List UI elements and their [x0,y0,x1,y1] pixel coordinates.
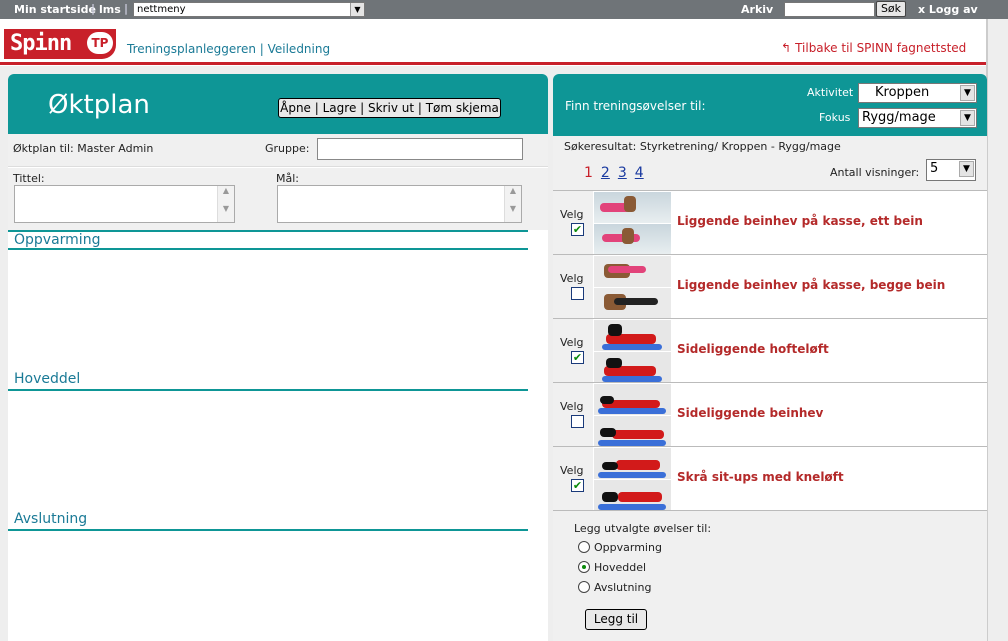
chevron-down-icon: ▼ [960,85,975,101]
group-input[interactable] [317,138,523,160]
logout-link[interactable]: x Logg av [918,3,978,16]
scrollbar[interactable] [986,19,1008,641]
exercise-image [594,256,671,318]
exercise-checkbox[interactable]: ✔ [571,351,584,364]
exercise-image [594,320,671,382]
chevron-down-icon: ▼ [959,161,974,177]
page-link[interactable]: 4 [635,165,644,181]
textarea-scrollbar[interactable]: ▲ ▼ [504,186,521,222]
radio-label: Oppvarming [594,541,662,554]
goal-textarea[interactable]: ▲ ▼ [277,185,522,223]
page-link[interactable]: 2 [601,165,610,181]
menu-select[interactable]: nettmeny ▼ [133,2,365,17]
home-link[interactable]: Min startside [14,3,96,16]
lms-link[interactable]: lms [99,3,121,16]
section-cooldown: Avslutning [8,511,528,531]
exercise-name-link[interactable]: Liggende beinhev på kasse, ett bein [677,214,923,228]
exercise-name-link[interactable]: Skrå sit-ups med kneløft [677,470,844,484]
search-input[interactable] [784,2,875,17]
back-link-label: Tilbake til SPINN fagnettsted [795,41,967,55]
select-label: Velg [560,464,584,477]
radio-cooldown[interactable] [578,581,590,593]
title-label: Tittel: [13,172,45,185]
header-divider [0,62,986,65]
select-label: Velg [560,272,584,285]
select-label: Velg [560,400,584,413]
menu-select-value: nettmeny [137,4,186,15]
chevron-down-icon: ▼ [960,110,975,126]
focus-select[interactable]: Rygg/mage ▼ [858,108,977,128]
section-main: Hoveddel [8,371,528,391]
goal-label: Mål: [276,172,299,185]
activity-select[interactable]: Kroppen ▼ [858,83,977,103]
nav-links[interactable]: Treningsplanleggeren | Veiledning [127,42,330,56]
pagination: 1234 [584,165,652,181]
exercise-row: Velg ✔ Liggende beinhev på kasse, ett be… [553,190,987,255]
exercise-image [594,384,671,446]
radio-warmup[interactable] [578,541,590,553]
plan-owner: Øktplan til: Master Admin [13,142,154,155]
radio-main[interactable] [578,561,590,573]
back-arrow-icon: ↰ [781,41,792,55]
radio-label: Avslutning [594,581,652,594]
focus-label: Fokus [819,111,851,124]
views-label: Antall visninger: [830,166,920,179]
exercise-image [594,192,671,254]
exercise-image [594,448,671,510]
archive-label: Arkiv [741,3,774,16]
exercise-name-link[interactable]: Sideliggende hofteløft [677,342,829,356]
exercise-checkbox[interactable] [571,287,584,300]
spinn-logo[interactable]: Spinn TP [4,29,116,59]
group-label: Gruppe: [265,142,310,155]
exercise-row: Velg Liggende beinhev på kasse, begge be… [553,254,987,319]
exercise-checkbox[interactable]: ✔ [571,479,584,492]
add-to-label: Legg utvalgte øvelser til: [574,522,712,535]
title-textarea[interactable]: ▲ ▼ [14,185,235,223]
exercise-finder-panel: Finn treningsøvelser til: Aktivitet Krop… [553,74,987,641]
activity-label: Aktivitet [807,86,854,99]
page-link[interactable]: 3 [618,165,627,181]
top-bar: Min startside | lms | nettmeny ▼ Arkiv S… [0,0,1008,19]
divider: | [91,2,96,15]
exercise-checkbox[interactable] [571,415,584,428]
exercise-row: Velg ✔ Skrå sit-ups med kneløft [553,446,987,511]
select-label: Velg [560,208,584,221]
exercise-checkbox[interactable]: ✔ [571,223,584,236]
plan-actions-button[interactable]: Åpne | Lagre | Skriv ut | Tøm skjema [278,98,501,118]
chevron-down-icon: ▼ [350,3,364,16]
page-link[interactable]: 1 [584,165,593,181]
exercise-row: Velg ✔ Sideliggende hofteløft [553,318,987,383]
radio-label: Hoveddel [594,561,647,574]
views-select[interactable]: 5 ▼ [926,159,976,181]
textarea-scrollbar[interactable]: ▲ ▼ [217,186,234,222]
exercise-row: Velg Sideliggende beinhev [553,382,987,447]
exercise-name-link[interactable]: Sideliggende beinhev [677,406,823,420]
logo-badge: TP [87,32,113,54]
section-warmup: Oppvarming [8,230,528,250]
header: Spinn TP Treningsplanleggeren | Veiledni… [0,19,986,66]
add-button[interactable]: Legg til [585,609,647,630]
page-title: Øktplan [48,90,150,120]
exercise-name-link[interactable]: Liggende beinhev på kasse, begge bein [677,278,945,292]
divider: | [124,2,129,15]
select-label: Velg [560,336,584,349]
session-plan-panel: Øktplan Åpne | Lagre | Skriv ut | Tøm sk… [8,74,548,641]
search-result: Søkeresultat: Styrketrening/ Kroppen - R… [564,140,841,153]
search-button[interactable]: Søk [876,1,906,17]
logo-text: Spinn [10,31,72,56]
back-link[interactable]: ↰ Tilbake til SPINN fagnettsted [781,41,966,55]
finder-label: Finn treningsøvelser til: [565,99,706,113]
